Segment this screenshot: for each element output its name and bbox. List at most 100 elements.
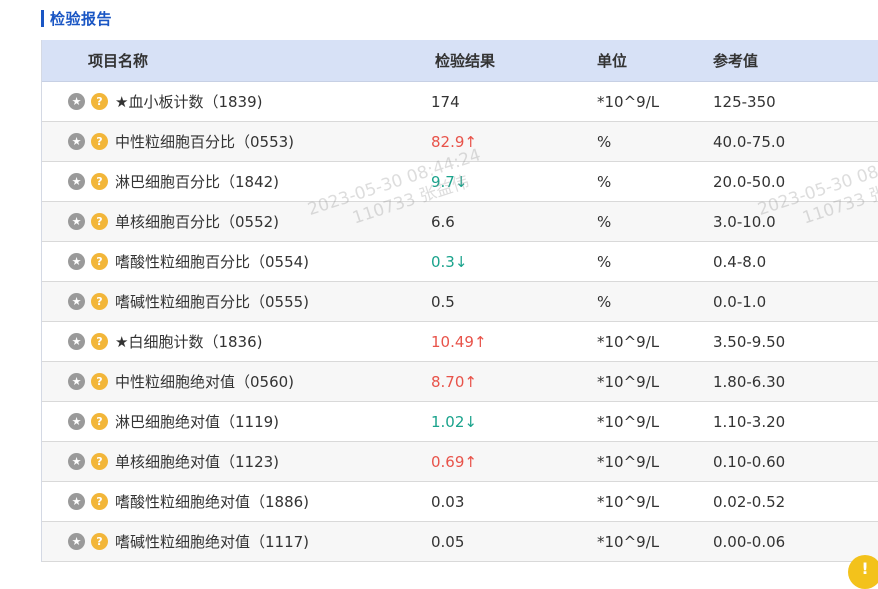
arrow-up-icon: ↑ bbox=[464, 452, 477, 471]
cell-unit: *10^9/L bbox=[597, 492, 660, 511]
cell-result: 0.69↑ bbox=[431, 453, 597, 471]
question-icon[interactable]: ? bbox=[91, 333, 108, 350]
cell-name: ★? 淋巴细胞百分比（1842) bbox=[42, 171, 431, 192]
cell-ref: 3.50-9.50 bbox=[713, 332, 786, 351]
question-icon[interactable]: ? bbox=[91, 453, 108, 470]
result-value: 10.49 bbox=[431, 332, 474, 351]
question-icon[interactable]: ? bbox=[91, 493, 108, 510]
cell-result: 10.49↑ bbox=[431, 333, 597, 351]
cell-result: 174 bbox=[431, 93, 597, 111]
item-name: 嗜碱性粒细胞绝对值（1117) bbox=[115, 533, 310, 551]
result-value: 0.3 bbox=[431, 252, 455, 271]
star-icon[interactable]: ★ bbox=[68, 173, 85, 190]
cell-name: ★? 淋巴细胞绝对值（1119) bbox=[42, 411, 431, 432]
result-value: 174 bbox=[431, 92, 460, 111]
cell-name: ★? ★白细胞计数（1836) bbox=[42, 331, 431, 352]
cell-ref: 3.0-10.0 bbox=[713, 212, 776, 231]
question-icon[interactable]: ? bbox=[91, 533, 108, 550]
cell-unit: *10^9/L bbox=[597, 372, 660, 391]
table-row: ★? 淋巴细胞绝对值（1119) 1.02↓ *10^9/L 1.10-3.20 bbox=[42, 402, 878, 442]
cell-unit: *10^9/L bbox=[597, 532, 660, 551]
table-row: ★? 单核细胞绝对值（1123) 0.69↑ *10^9/L 0.10-0.60 bbox=[42, 442, 878, 482]
cell-name: ★? ★血小板计数（1839) bbox=[42, 91, 431, 112]
question-icon[interactable]: ? bbox=[91, 133, 108, 150]
star-icon[interactable]: ★ bbox=[68, 253, 85, 270]
arrow-down-icon: ↓ bbox=[454, 172, 468, 191]
result-value: 82.9 bbox=[431, 132, 465, 151]
cell-unit: *10^9/L bbox=[597, 412, 660, 431]
star-icon[interactable]: ★ bbox=[68, 333, 85, 350]
cell-ref: 1.80-6.30 bbox=[713, 372, 786, 391]
star-icon[interactable]: ★ bbox=[68, 453, 85, 470]
cell-ref: 125-350 bbox=[713, 92, 776, 111]
header-unit: 单位 bbox=[597, 52, 628, 70]
star-icon[interactable]: ★ bbox=[68, 533, 85, 550]
star-icon[interactable]: ★ bbox=[68, 133, 85, 150]
table-row: ★? 嗜碱性粒细胞百分比（0555) 0.5% 0.0-1.0 bbox=[42, 282, 878, 322]
item-name: 单核细胞百分比（0552) bbox=[115, 213, 280, 231]
cell-name: ★? 单核细胞百分比（0552) bbox=[42, 211, 431, 232]
cell-ref: 0.0-1.0 bbox=[713, 292, 767, 311]
cell-ref: 0.4-8.0 bbox=[713, 252, 767, 271]
cell-unit: % bbox=[597, 252, 612, 271]
cell-result: 0.5 bbox=[431, 293, 597, 311]
star-icon[interactable]: ★ bbox=[68, 373, 85, 390]
cell-name: ★? 嗜酸性粒细胞绝对值（1886) bbox=[42, 491, 431, 512]
question-icon[interactable]: ? bbox=[91, 93, 108, 110]
item-name: 淋巴细胞绝对值（1119) bbox=[115, 413, 280, 431]
question-icon[interactable]: ? bbox=[91, 293, 108, 310]
cell-result: 0.05 bbox=[431, 533, 597, 551]
cell-ref: 0.10-0.60 bbox=[713, 452, 786, 471]
table-row: ★? 嗜碱性粒细胞绝对值（1117) 0.05 *10^9/L 0.00-0.06 bbox=[42, 522, 878, 562]
cell-name: ★? 嗜碱性粒细胞百分比（0555) bbox=[42, 291, 431, 312]
cell-unit: *10^9/L bbox=[597, 332, 660, 351]
question-icon[interactable]: ? bbox=[91, 213, 108, 230]
cell-unit: *10^9/L bbox=[597, 452, 660, 471]
question-icon[interactable]: ? bbox=[91, 413, 108, 430]
result-value: 0.5 bbox=[431, 292, 455, 311]
item-name: 嗜酸性粒细胞百分比（0554) bbox=[115, 253, 310, 271]
cell-result: 82.9↑ bbox=[431, 133, 597, 151]
result-value: 0.69 bbox=[431, 452, 465, 471]
cell-name: ★? 嗜碱性粒细胞绝对值（1117) bbox=[42, 531, 431, 552]
cell-result: 1.02↓ bbox=[431, 413, 597, 431]
item-name: 单核细胞绝对值（1123) bbox=[115, 453, 280, 471]
cell-unit: % bbox=[597, 212, 612, 231]
star-icon[interactable]: ★ bbox=[68, 213, 85, 230]
cell-name: ★? 单核细胞绝对值（1123) bbox=[42, 451, 431, 472]
table-header: 项目名称 检验结果 单位 参考值 bbox=[42, 40, 878, 82]
cell-ref: 0.00-0.06 bbox=[713, 532, 786, 551]
table-row: ★? ★血小板计数（1839) 174 *10^9/L 125-350 bbox=[42, 82, 878, 122]
section-title-bar bbox=[41, 9, 44, 27]
tip-icon[interactable]: ! bbox=[848, 555, 878, 589]
item-name: ★血小板计数（1839) bbox=[115, 93, 263, 111]
item-name: 嗜碱性粒细胞百分比（0555) bbox=[115, 293, 310, 311]
question-icon[interactable]: ? bbox=[91, 173, 108, 190]
result-value: 8.70 bbox=[431, 372, 465, 391]
cell-result: 0.03 bbox=[431, 493, 597, 511]
item-name: 嗜酸性粒细胞绝对值（1886) bbox=[115, 493, 310, 511]
star-icon[interactable]: ★ bbox=[68, 413, 85, 430]
question-icon[interactable]: ? bbox=[91, 253, 108, 270]
result-value: 9.7 bbox=[431, 172, 455, 191]
star-icon[interactable]: ★ bbox=[68, 293, 85, 310]
cell-result: 8.70↑ bbox=[431, 373, 597, 391]
table-row: ★? 嗜酸性粒细胞百分比（0554) 0.3↓% 0.4-8.0 bbox=[42, 242, 878, 282]
result-value: 0.05 bbox=[431, 532, 465, 551]
arrow-up-icon: ↑ bbox=[473, 332, 487, 351]
star-icon[interactable]: ★ bbox=[68, 493, 85, 510]
result-value: 0.03 bbox=[431, 492, 465, 511]
cell-ref: 20.0-50.0 bbox=[713, 172, 786, 191]
item-name: 淋巴细胞百分比（1842) bbox=[115, 173, 280, 191]
cell-result: 0.3↓ bbox=[431, 253, 597, 271]
question-icon[interactable]: ? bbox=[91, 373, 108, 390]
cell-ref: 40.0-75.0 bbox=[713, 132, 786, 151]
arrow-up-icon: ↑ bbox=[464, 372, 477, 391]
table-row: ★? 中性粒细胞绝对值（0560) 8.70↑ *10^9/L 1.80-6.30 bbox=[42, 362, 878, 402]
cell-result: 9.7↓ bbox=[431, 173, 597, 191]
cell-unit: % bbox=[597, 292, 612, 311]
star-icon[interactable]: ★ bbox=[68, 93, 85, 110]
table-body: ★? ★血小板计数（1839) 174 *10^9/L 125-350 ★? 中性粒细胞百分… bbox=[42, 82, 878, 562]
cell-unit: *10^9/L bbox=[597, 92, 660, 111]
item-name: 中性粒细胞百分比（0553) bbox=[115, 133, 295, 151]
